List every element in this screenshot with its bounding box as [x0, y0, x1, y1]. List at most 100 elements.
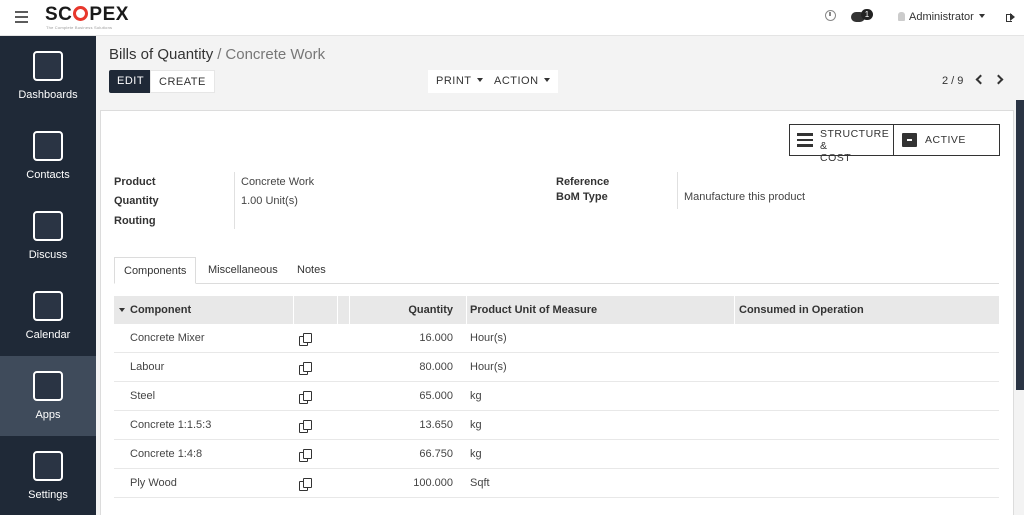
sidebar-item-label: Apps	[35, 409, 61, 421]
reference-label: Reference	[556, 176, 610, 188]
cell-quantity: 80.000	[419, 361, 453, 373]
cell-uom: Hour(s)	[470, 361, 507, 373]
breadcrumb-separator: /	[217, 46, 222, 63]
scrollbar[interactable]	[1016, 100, 1024, 390]
logo-tagline: The Complete Business Solutions	[46, 25, 113, 30]
structure-cost-label: STRUCTURE & COST	[820, 128, 893, 164]
pager-next-icon[interactable]	[993, 74, 1004, 85]
column-separator	[466, 296, 467, 324]
sidebar-item-label: Dashboards	[18, 89, 78, 101]
cell-component: Labour	[130, 361, 165, 373]
sidebar-item-dashboards[interactable]: Dashboards	[0, 36, 96, 116]
column-header-component[interactable]: Component	[130, 296, 191, 324]
cell-quantity: 100.000	[413, 477, 453, 489]
settings-icon	[33, 451, 63, 481]
cell-quantity: 16.000	[419, 332, 453, 344]
cell-uom: kg	[470, 419, 482, 431]
print-label: PRINT	[436, 75, 472, 87]
messages-icon[interactable]: 1	[851, 9, 873, 25]
action-label: ACTION	[494, 75, 539, 87]
sidebar-item-calendar[interactable]: Calendar	[0, 276, 96, 356]
column-header-quantity[interactable]: Quantity	[349, 296, 453, 324]
logout-icon[interactable]	[1006, 12, 1016, 22]
table-header: Component Quantity Product Unit of Measu…	[114, 296, 999, 324]
sidebar-item-label: Contacts	[26, 169, 70, 181]
table-row[interactable]: Ply Wood 100.000 Sqft	[114, 469, 999, 498]
button-box: STRUCTURE & COST ACTIVE	[789, 124, 1000, 164]
contacts-icon	[33, 131, 63, 161]
field-divider	[234, 172, 235, 229]
sidebar-item-discuss[interactable]: Discuss	[0, 196, 96, 276]
cell-quantity: 65.000	[419, 390, 453, 402]
cell-uom: kg	[470, 448, 482, 460]
calendar-icon	[33, 291, 63, 321]
table-row[interactable]: Concrete Mixer 16.000 Hour(s)	[114, 324, 999, 353]
sidebar-item-label: Calendar	[25, 329, 71, 341]
quantity-field[interactable]: 1.00 Unit(s)	[241, 195, 298, 207]
active-toggle-button[interactable]: ACTIVE	[895, 125, 999, 155]
table-row[interactable]: Steel 65.000 kg	[114, 382, 999, 411]
edit-button[interactable]: EDIT	[109, 70, 153, 93]
apps-icon	[33, 371, 63, 401]
copy-icon[interactable]	[299, 362, 312, 375]
bom-type-field[interactable]: Manufacture this product	[684, 191, 805, 203]
avatar	[898, 12, 905, 21]
bars-icon	[797, 133, 813, 147]
copy-icon[interactable]	[299, 333, 312, 346]
cell-quantity: 13.650	[419, 419, 453, 431]
dashboard-icon	[33, 51, 63, 81]
action-dropdown[interactable]: ACTION	[486, 70, 558, 93]
notebook-tabs: Components Miscellaneous Notes	[114, 257, 999, 284]
copy-icon[interactable]	[299, 420, 312, 433]
sidebar-item-settings[interactable]: Settings	[0, 436, 96, 515]
pager-value[interactable]: 2 / 9	[942, 75, 963, 87]
table-row[interactable]: Concrete 1:1.5:3 13.650 kg	[114, 411, 999, 440]
column-separator	[293, 296, 294, 324]
discuss-icon	[33, 211, 63, 241]
cell-quantity: 66.750	[419, 448, 453, 460]
structure-label-line2: COST	[820, 152, 852, 164]
table-row[interactable]: Concrete 1:4:8 66.750 kg	[114, 440, 999, 469]
tab-components[interactable]: Components	[114, 257, 197, 284]
field-divider	[677, 172, 678, 209]
chevron-down-icon	[476, 78, 483, 82]
messages-badge: 1	[861, 9, 873, 20]
column-separator	[337, 296, 338, 324]
cell-uom: Sqft	[470, 477, 490, 489]
table-row[interactable]: Labour 80.000 Hour(s)	[114, 353, 999, 382]
create-button[interactable]: CREATE	[150, 70, 215, 93]
chevron-down-icon	[978, 14, 985, 18]
user-name: Administrator	[909, 11, 974, 23]
product-field[interactable]: Concrete Work	[241, 176, 314, 188]
sidebar-item-label: Discuss	[28, 249, 68, 261]
cell-component: Ply Wood	[130, 477, 177, 489]
sidebar-item-contacts[interactable]: Contacts	[0, 116, 96, 196]
tab-miscellaneous[interactable]: Miscellaneous	[199, 257, 287, 284]
copy-icon[interactable]	[299, 391, 312, 404]
routing-label: Routing	[114, 215, 156, 227]
breadcrumb-current: Concrete Work	[225, 46, 326, 63]
user-menu[interactable]: Administrator	[898, 11, 985, 23]
cell-component: Concrete 1:1.5:3	[130, 419, 212, 431]
copy-icon[interactable]	[299, 478, 312, 491]
sort-caret-icon[interactable]	[119, 308, 125, 312]
company-logo[interactable]: SC PEX	[45, 4, 129, 26]
cell-uom: kg	[470, 390, 482, 402]
pager-previous-icon[interactable]	[975, 74, 986, 85]
sidebar-item-label: Settings	[28, 489, 68, 501]
column-header-uom[interactable]: Product Unit of Measure	[470, 296, 597, 324]
structure-cost-button[interactable]: STRUCTURE & COST	[790, 125, 894, 164]
chevron-down-icon	[543, 78, 550, 82]
breadcrumb-parent-link[interactable]: Bills of Quantity	[109, 46, 213, 63]
activity-clock-icon[interactable]	[825, 10, 836, 21]
tab-notes[interactable]: Notes	[288, 257, 335, 284]
column-header-consumed[interactable]: Consumed in Operation	[739, 296, 864, 324]
app-sidebar: Dashboards Contacts Discuss Calendar App…	[0, 36, 96, 515]
sidebar-item-apps[interactable]: Apps	[0, 356, 96, 436]
menu-toggle-icon[interactable]	[15, 11, 28, 23]
cell-uom: Hour(s)	[470, 332, 507, 344]
print-dropdown[interactable]: PRINT	[428, 70, 491, 93]
copy-icon[interactable]	[299, 449, 312, 462]
cell-component: Concrete 1:4:8	[130, 448, 203, 460]
archive-icon	[902, 133, 917, 147]
